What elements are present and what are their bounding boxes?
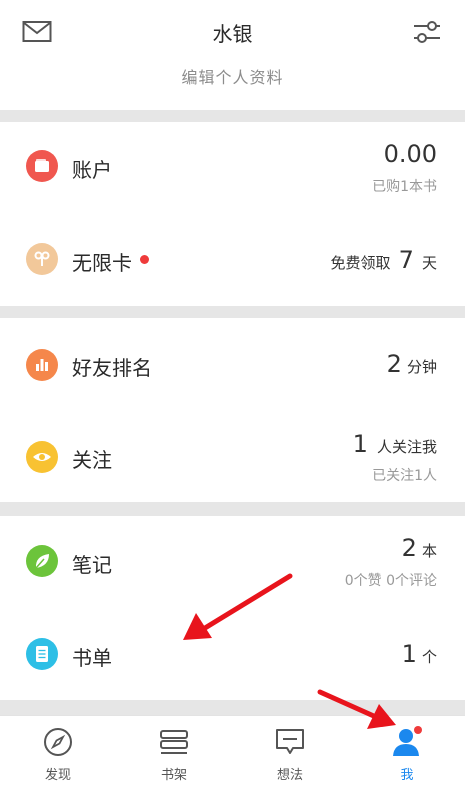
profile-section: 编辑个人资料	[0, 66, 465, 110]
free-days-count: 7	[398, 246, 414, 274]
eye-icon	[26, 441, 58, 473]
comment-icon	[276, 729, 304, 754]
followers-text: 人关注我	[376, 438, 437, 456]
notes-stats: 0个赞 0个评论	[344, 573, 437, 589]
free-claim-offer: 免费领取 7 天	[331, 246, 438, 274]
section-divider	[0, 306, 465, 318]
notification-dot	[140, 255, 149, 264]
friend-ranking-label: 好友排名	[72, 356, 152, 380]
reading-minutes: 2	[386, 350, 402, 378]
tab-bookshelf[interactable]: 书架	[116, 716, 232, 785]
booklist-unit: 个	[421, 648, 437, 666]
following-count: 已关注1人	[372, 468, 437, 484]
tab-label: 想法	[276, 768, 303, 783]
section-divider	[0, 110, 465, 122]
account-label: 账户	[72, 158, 112, 182]
reading-time: 2 分钟	[387, 350, 437, 378]
notes-unit: 本	[421, 542, 437, 560]
tab-label: 我	[400, 768, 414, 783]
leaf-icon	[26, 545, 58, 577]
unlimited-card-row[interactable]: 无限卡 免费领取 7 天	[0, 212, 465, 306]
booklist-count: 1 个	[402, 640, 437, 668]
filter-sliders-icon[interactable]	[413, 19, 441, 45]
notes-number: 2	[401, 534, 417, 562]
free-claim-text: 免费领取	[330, 254, 391, 272]
top-bar: 水银	[0, 0, 465, 66]
tab-thoughts[interactable]: 想法	[232, 716, 348, 785]
account-row[interactable]: 账户 0.00 已购1本书	[0, 122, 465, 212]
follow-row[interactable]: 关注 1 人关注我 已关注1人	[0, 410, 465, 502]
followers-count: 1 人关注我	[353, 430, 437, 458]
booklist-number: 1	[401, 640, 417, 668]
account-balance: 0.00	[383, 140, 437, 168]
section-divider	[0, 700, 465, 715]
edit-profile-link[interactable]: 编辑个人资料	[0, 64, 465, 88]
list-icon	[26, 638, 58, 670]
minutes-unit: 分钟	[406, 358, 437, 376]
page-title: 水银	[212, 22, 253, 46]
friend-ranking-row[interactable]: 好友排名 2 分钟	[0, 318, 465, 410]
bar-chart-icon	[26, 349, 58, 381]
followers-number: 1	[352, 430, 368, 458]
section-divider	[0, 502, 465, 516]
tab-discover[interactable]: 发现	[0, 716, 116, 785]
tab-me[interactable]: 我	[349, 716, 465, 785]
notes-count: 2 本	[402, 534, 437, 562]
days-unit: 天	[421, 254, 437, 272]
bottom-tab-bar: 发现 书架 想法 我	[0, 715, 465, 785]
purchased-count: 已购1本书	[372, 179, 437, 195]
booklist-row[interactable]: 书单 1 个	[0, 608, 465, 700]
card-icon	[26, 243, 58, 275]
tab-label: 书架	[160, 768, 187, 783]
wallet-icon	[26, 150, 58, 182]
tab-label: 发现	[44, 768, 71, 783]
bookshelf-icon	[160, 730, 188, 754]
compass-icon	[44, 728, 72, 756]
person-icon	[393, 726, 422, 756]
booklist-label: 书单	[72, 646, 112, 670]
notes-row[interactable]: 笔记 2 本 0个赞 0个评论	[0, 516, 465, 608]
follow-label: 关注	[72, 448, 112, 472]
notes-label: 笔记	[72, 553, 112, 577]
unlimited-card-label: 无限卡	[72, 251, 132, 275]
